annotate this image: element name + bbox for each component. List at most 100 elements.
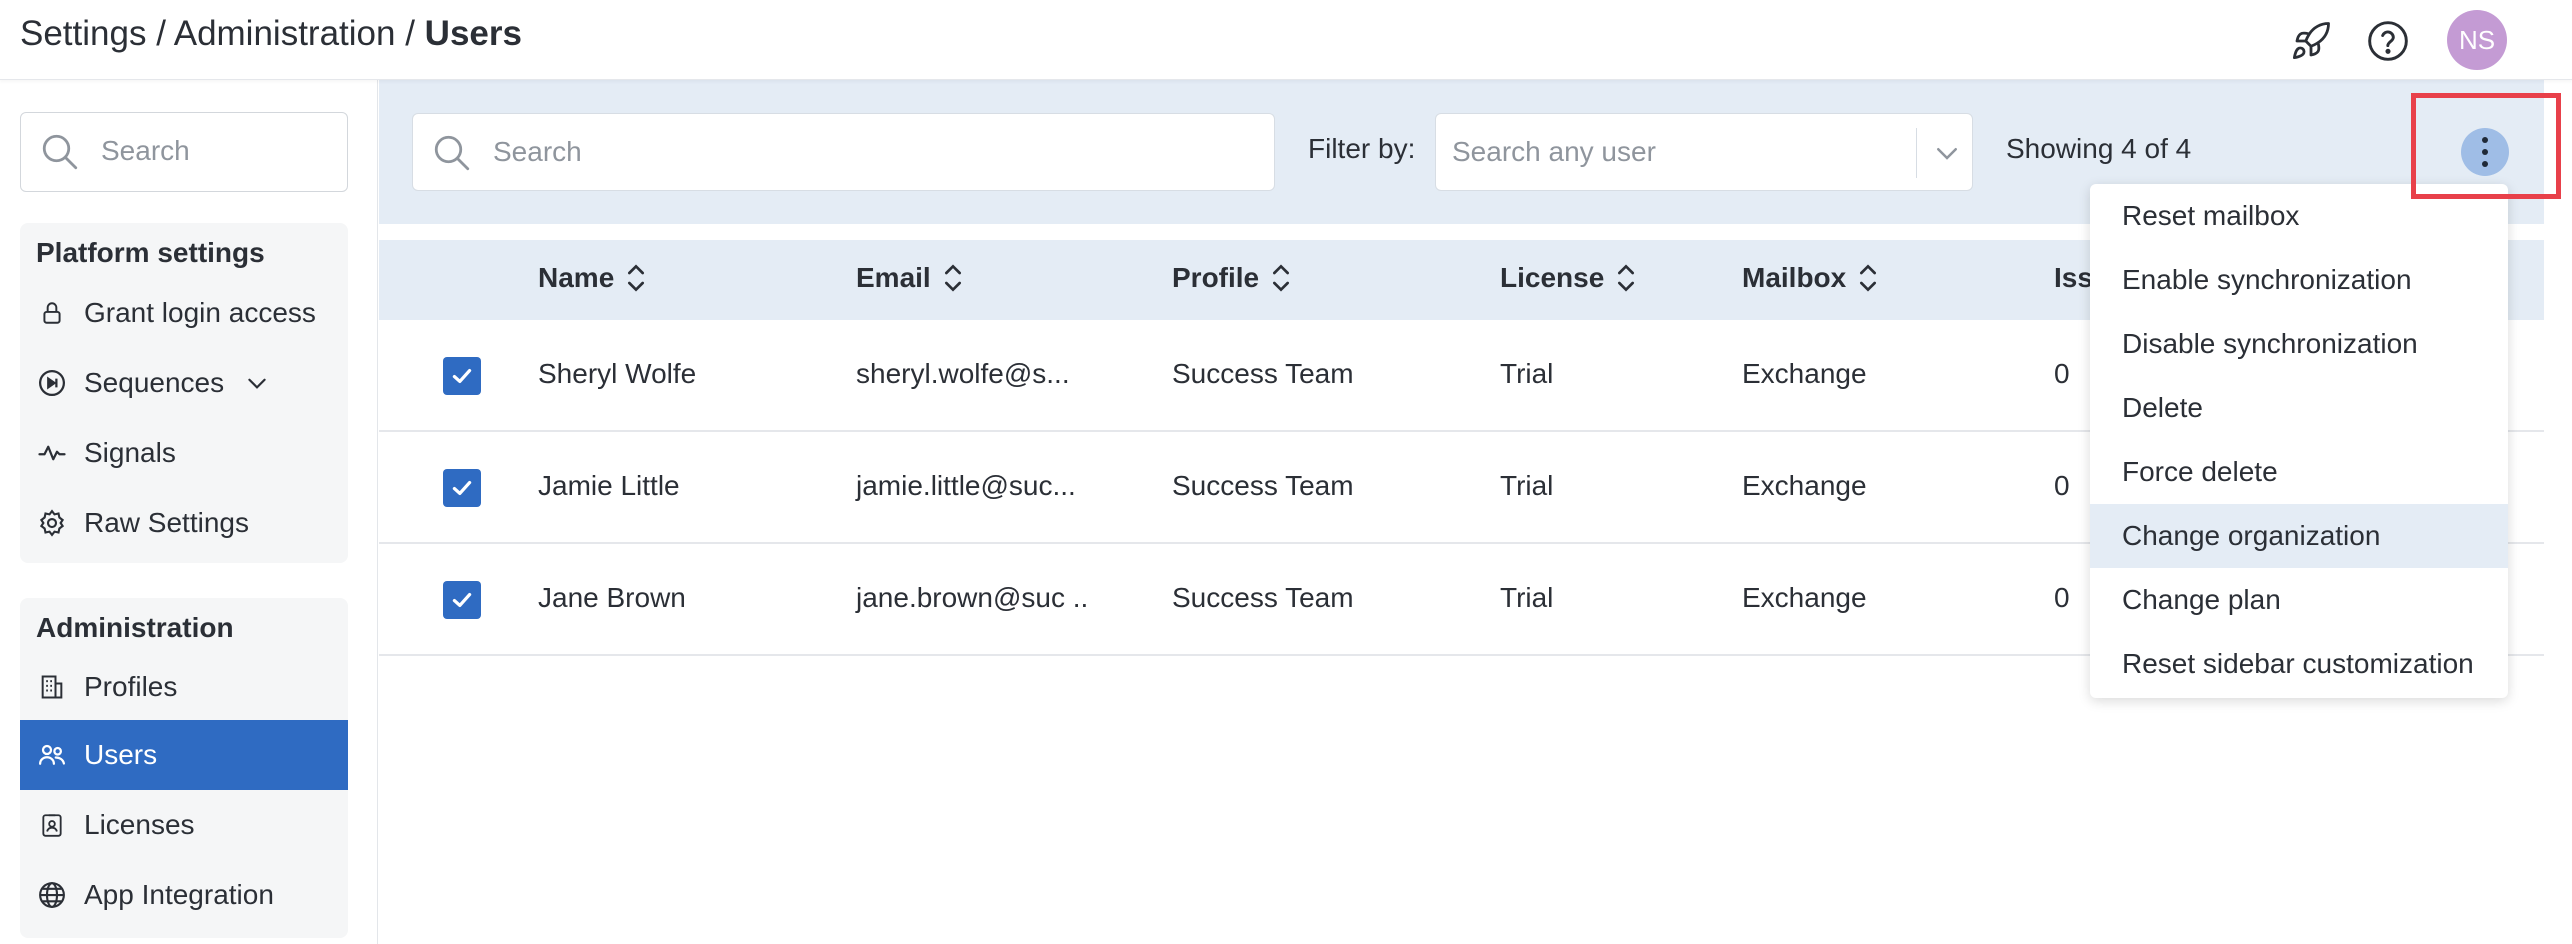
menu-item-force-delete[interactable]: Force delete bbox=[2090, 440, 2508, 504]
sidebar-item-label: App Integration bbox=[84, 879, 274, 910]
breadcrumb-separator: / bbox=[395, 14, 425, 53]
menu-item-delete[interactable]: Delete bbox=[2090, 376, 2508, 440]
cell-issues: 0 bbox=[2054, 358, 2070, 389]
cell-issues: 0 bbox=[2054, 470, 2070, 501]
sidebar-item-users[interactable]: Users bbox=[20, 720, 348, 790]
cell-mailbox: Exchange bbox=[1742, 582, 1867, 613]
sidebar-item-licenses[interactable]: Licenses bbox=[20, 790, 348, 860]
sidebar-item-label: Grant login access bbox=[84, 297, 316, 328]
avatar[interactable]: NS bbox=[2447, 10, 2507, 70]
cell-issues: 0 bbox=[2054, 582, 2070, 613]
menu-item-enable-synchronization[interactable]: Enable synchronization bbox=[2090, 248, 2508, 312]
breadcrumb-settings[interactable]: Settings bbox=[20, 14, 146, 53]
sort-icon[interactable] bbox=[1858, 263, 1878, 293]
users-search-placeholder: Search bbox=[493, 136, 582, 167]
column-label: Name bbox=[538, 262, 615, 293]
breadcrumb-separator: / bbox=[146, 14, 174, 53]
building-icon bbox=[36, 671, 68, 703]
sidebar-item-label: Sequences bbox=[84, 367, 225, 398]
cell-mailbox: Exchange bbox=[1742, 470, 1867, 501]
chevron-down-icon[interactable] bbox=[1932, 138, 1962, 173]
rocket-icon[interactable] bbox=[2288, 18, 2334, 64]
column-label: Profile bbox=[1172, 262, 1260, 293]
cell-email: sheryl.wolfe@s... bbox=[856, 358, 1070, 389]
column-label: Iss bbox=[2054, 262, 2093, 293]
column-header-license[interactable]: License bbox=[1500, 262, 1636, 294]
row-checkbox[interactable] bbox=[443, 357, 481, 395]
sort-icon[interactable] bbox=[1271, 263, 1291, 293]
chevron-down-icon[interactable] bbox=[244, 370, 270, 396]
sidebar-search-placeholder: Search bbox=[101, 135, 190, 166]
column-header-mailbox[interactable]: Mailbox bbox=[1742, 262, 1878, 294]
select-divider bbox=[1916, 128, 1917, 178]
sort-icon[interactable] bbox=[943, 263, 963, 293]
menu-item-reset-sidebar-customization[interactable]: Reset sidebar customization bbox=[2090, 632, 2508, 696]
sidebar-item-label: Users bbox=[84, 739, 158, 770]
menu-item-change-organization[interactable]: Change organization bbox=[2090, 504, 2508, 568]
platform-settings-group: Platform settings Grant login access Seq… bbox=[20, 223, 348, 563]
cell-email: jane.brown@suc .. bbox=[856, 582, 1089, 613]
showing-count: Showing 4 of 4 bbox=[2006, 133, 2192, 164]
cell-profile: Success Team bbox=[1172, 582, 1354, 613]
sequences-icon bbox=[36, 367, 68, 399]
column-header-profile[interactable]: Profile bbox=[1172, 262, 1291, 294]
users-icon bbox=[36, 739, 68, 771]
search-icon bbox=[431, 132, 473, 179]
column-header-name[interactable]: Name bbox=[538, 262, 646, 294]
menu-item-disable-synchronization[interactable]: Disable synchronization bbox=[2090, 312, 2508, 376]
column-label: Email bbox=[856, 262, 931, 293]
more-actions-menu: Reset mailbox Enable synchronization Dis… bbox=[2090, 184, 2508, 698]
sidebar-item-label: Licenses bbox=[84, 809, 195, 840]
cell-license: Trial bbox=[1500, 582, 1554, 613]
breadcrumb-current: Users bbox=[424, 14, 522, 53]
sidebar-item-app-integration[interactable]: App Integration bbox=[20, 860, 348, 930]
sort-icon[interactable] bbox=[1616, 263, 1636, 293]
row-checkbox[interactable] bbox=[443, 581, 481, 619]
search-icon bbox=[39, 131, 81, 178]
cell-email: jamie.little@suc... bbox=[856, 470, 1076, 501]
cell-license: Trial bbox=[1500, 470, 1554, 501]
highlight-box bbox=[2411, 93, 2561, 199]
sidebar-item-sequences[interactable]: Sequences bbox=[20, 348, 348, 418]
sidebar-item-label: Profiles bbox=[84, 671, 178, 702]
column-header-email[interactable]: Email bbox=[856, 262, 963, 294]
help-icon[interactable] bbox=[2365, 18, 2411, 64]
row-checkbox[interactable] bbox=[443, 469, 481, 507]
group-title-platform-settings: Platform settings bbox=[36, 237, 265, 268]
top-header: Settings / Administration / Users NS bbox=[0, 0, 2572, 80]
sort-icon[interactable] bbox=[626, 263, 646, 293]
filter-label: Filter by: bbox=[1308, 133, 1416, 164]
column-label: Mailbox bbox=[1742, 262, 1847, 293]
cell-name: Sheryl Wolfe bbox=[538, 358, 697, 389]
cell-license: Trial bbox=[1500, 358, 1554, 389]
users-search-input[interactable]: Search bbox=[412, 113, 1275, 191]
sidebar-item-label: Raw Settings bbox=[84, 507, 249, 538]
column-label: License bbox=[1500, 262, 1605, 293]
group-title-administration: Administration bbox=[36, 612, 234, 643]
filter-user-select[interactable]: Search any user bbox=[1435, 113, 1973, 191]
sidebar-item-raw-settings[interactable]: Raw Settings bbox=[20, 488, 348, 558]
avatar-initials: NS bbox=[2458, 24, 2496, 55]
cell-name: Jamie Little bbox=[538, 470, 680, 501]
column-header-issues[interactable]: Iss bbox=[2054, 262, 2093, 294]
sidebar-search-input[interactable]: Search bbox=[20, 112, 348, 192]
sidebar-item-signals[interactable]: Signals bbox=[20, 418, 348, 488]
cell-profile: Success Team bbox=[1172, 470, 1354, 501]
sidebar-item-profiles[interactable]: Profiles bbox=[20, 652, 348, 722]
cell-mailbox: Exchange bbox=[1742, 358, 1867, 389]
sidebar-item-grant-login-access[interactable]: Grant login access bbox=[20, 278, 348, 348]
menu-item-change-plan[interactable]: Change plan bbox=[2090, 568, 2508, 632]
gear-icon bbox=[36, 507, 68, 539]
sidebar-item-label: Signals bbox=[84, 437, 176, 468]
globe-icon bbox=[36, 879, 68, 911]
lock-icon bbox=[36, 297, 68, 329]
badge-icon bbox=[36, 809, 68, 841]
signals-icon bbox=[36, 437, 68, 469]
sidebar: Search Platform settings Grant login acc… bbox=[0, 80, 378, 944]
administration-group: Administration Profiles Users Licenses A… bbox=[20, 598, 348, 938]
breadcrumb-administration[interactable]: Administration bbox=[174, 14, 396, 53]
cell-profile: Success Team bbox=[1172, 358, 1354, 389]
breadcrumb: Settings / Administration / Users bbox=[20, 14, 522, 54]
filter-user-placeholder: Search any user bbox=[1452, 136, 1656, 167]
cell-name: Jane Brown bbox=[538, 582, 686, 613]
